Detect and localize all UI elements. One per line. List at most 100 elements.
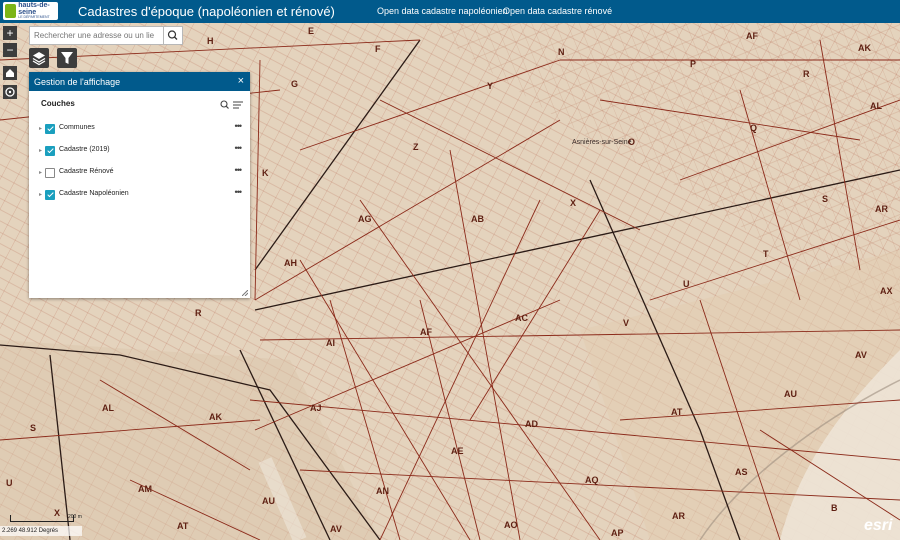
search-layers-icon[interactable] xyxy=(220,100,229,109)
layer-checkbox-cadastre-napoleonien[interactable] xyxy=(45,190,55,200)
parcel-label: AQ xyxy=(585,475,599,485)
parcel-label: AL xyxy=(870,101,882,111)
place-name-label: Asnières-sur-Seine xyxy=(572,139,632,146)
close-icon[interactable]: × xyxy=(238,75,244,87)
search-box[interactable] xyxy=(29,26,183,45)
search-input[interactable] xyxy=(34,29,156,41)
resize-handle-icon[interactable] xyxy=(242,290,248,296)
parcel-label: Q xyxy=(750,123,758,133)
layers-section-title: Couches xyxy=(41,99,75,108)
panel-header: Gestion de l'affichage × xyxy=(29,72,250,91)
parcel-label: Z xyxy=(413,142,419,152)
parcel-label: S xyxy=(30,423,37,433)
parcel-label: AB xyxy=(471,214,484,224)
parcel-label: AE xyxy=(451,446,464,456)
layer-options-button[interactable]: ••• xyxy=(235,121,243,131)
layer-options-button[interactable]: ••• xyxy=(235,187,243,197)
locate-button[interactable] xyxy=(3,85,17,99)
parcel-label: AJ xyxy=(310,403,322,413)
layer-row-communes[interactable]: ▸ Communes ••• xyxy=(39,121,245,135)
parcel-label: AM xyxy=(138,484,152,494)
layer-options-icon[interactable] xyxy=(233,101,243,109)
locate-icon xyxy=(5,87,15,97)
layers-icon xyxy=(32,52,46,66)
parcel-label: AS xyxy=(735,467,748,477)
zoom-out-button[interactable]: − xyxy=(3,43,17,57)
app-header: hauts-de-seine LE DÉPARTEMENT Cadastres … xyxy=(0,0,900,23)
parcel-label: AT xyxy=(671,407,683,417)
parcel-label: AV xyxy=(855,350,867,360)
filter-icon xyxy=(61,52,73,64)
parcel-label: AF xyxy=(746,31,758,41)
layer-checkbox-communes[interactable] xyxy=(45,124,55,134)
parcel-label: AT xyxy=(177,521,189,531)
open-data-napoleonien-link[interactable]: Open data cadastre napoléonien xyxy=(377,6,508,16)
layer-management-panel: Gestion de l'affichage × Couches ▸ Commu… xyxy=(29,72,250,298)
parcel-label: H xyxy=(207,36,214,46)
open-data-renove-link[interactable]: Open data cadastre rénové xyxy=(503,6,612,16)
layers-toolbar xyxy=(219,98,245,110)
expand-caret-icon[interactable]: ▸ xyxy=(39,169,42,176)
parcel-label: R xyxy=(195,308,202,318)
layer-options-button[interactable]: ••• xyxy=(235,143,243,153)
parcel-label: P xyxy=(690,59,697,69)
parcel-label: AV xyxy=(330,524,342,534)
expand-caret-icon[interactable]: ▸ xyxy=(39,191,42,198)
parcel-label: X xyxy=(570,198,577,208)
parcel-label: F xyxy=(375,44,381,54)
layer-row-cadastre-2019[interactable]: ▸ Cadastre (2019) ••• xyxy=(39,143,245,157)
parcel-label: R xyxy=(803,69,810,79)
parcel-label: AR xyxy=(672,511,685,521)
parcel-label: K xyxy=(262,168,269,178)
logo-subtext: LE DÉPARTEMENT xyxy=(18,15,50,20)
layer-options-button[interactable]: ••• xyxy=(235,165,243,175)
parcel-label: Y xyxy=(487,81,494,91)
layer-label: Cadastre (2019) xyxy=(59,146,110,153)
layer-checkbox-cadastre-renove[interactable] xyxy=(45,168,55,178)
parcel-label: U xyxy=(6,478,13,488)
layer-row-cadastre-renove[interactable]: ▸ Cadastre Rénové ••• xyxy=(39,165,245,179)
panel-title: Gestion de l'affichage xyxy=(34,77,121,87)
parcel-label: E xyxy=(308,26,315,36)
scale-bar xyxy=(10,515,74,522)
parcel-label: T xyxy=(763,249,769,259)
filter-button[interactable] xyxy=(57,48,77,68)
parcel-label: AF xyxy=(420,327,432,337)
parcel-label: AR xyxy=(875,204,888,214)
parcel-label: AI xyxy=(326,338,335,348)
parcel-label: AK xyxy=(858,43,871,53)
parcel-label: AU xyxy=(262,496,275,506)
parcel-label: N xyxy=(558,47,565,57)
layer-label: Cadastre Rénové xyxy=(59,168,114,175)
search-icon xyxy=(167,30,178,40)
parcel-label: G xyxy=(291,79,299,89)
home-icon xyxy=(6,69,14,77)
parcel-label: AX xyxy=(880,286,893,296)
scale-label: 200 m xyxy=(68,514,82,520)
layer-row-cadastre-napoleonien[interactable]: ▸ Cadastre Napoléonien ••• xyxy=(39,187,245,201)
esri-logo: esri xyxy=(864,517,893,534)
layer-checkbox-cadastre-2019[interactable] xyxy=(45,146,55,156)
layer-label: Communes xyxy=(59,124,95,131)
search-button[interactable] xyxy=(163,27,182,44)
logo-mark-icon xyxy=(5,4,17,18)
hauts-de-seine-logo[interactable]: hauts-de-seine LE DÉPARTEMENT xyxy=(3,2,58,20)
expand-caret-icon[interactable]: ▸ xyxy=(39,147,42,154)
parcel-label: AP xyxy=(611,528,624,538)
parcel-label: AK xyxy=(209,412,222,422)
parcel-label: AG xyxy=(358,214,372,224)
zoom-in-button[interactable]: + xyxy=(3,26,17,40)
expand-caret-icon[interactable]: ▸ xyxy=(39,125,42,132)
layer-list-button[interactable] xyxy=(29,48,49,68)
parcel-label: AD xyxy=(525,419,538,429)
parcel-label: B xyxy=(831,503,838,513)
parcel-label: S xyxy=(822,194,829,204)
parcel-label: V xyxy=(623,318,630,328)
layer-label: Cadastre Napoléonien xyxy=(59,190,129,197)
parcel-label: O xyxy=(628,137,636,147)
parcel-label: AO xyxy=(504,520,518,530)
parcel-label: AU xyxy=(784,389,797,399)
parcel-label: U xyxy=(683,279,690,289)
app-title: Cadastres d'époque (napoléonien et rénov… xyxy=(78,4,335,19)
home-button[interactable] xyxy=(3,66,17,80)
